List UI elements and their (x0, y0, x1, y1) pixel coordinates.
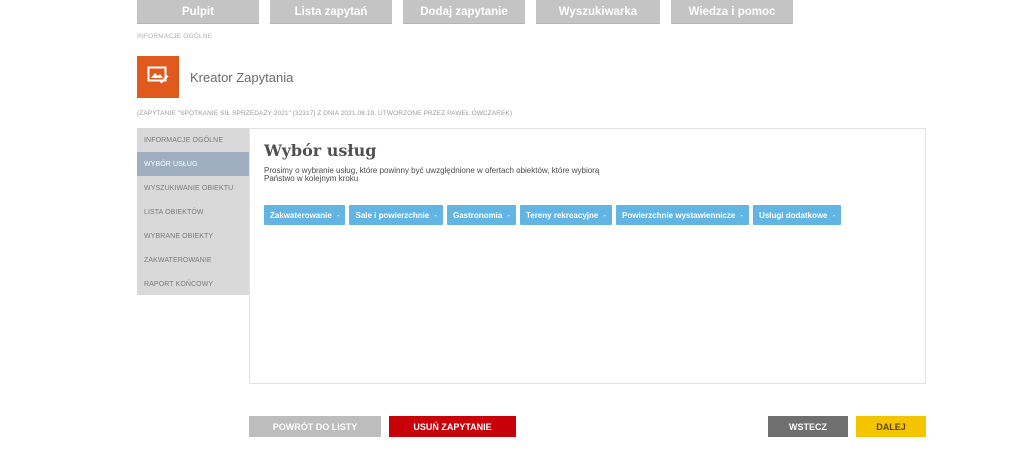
sidebar-item-wybrane-obiekty[interactable]: WYBRANE OBIEKTY (137, 224, 249, 248)
service-dropdown-bar: Zakwaterowanie - Sale i powierzchnie - G… (264, 205, 845, 225)
dropdown-caret-icon: - (603, 210, 606, 220)
dropdown-caret-icon: - (336, 210, 340, 220)
content-panel: Wybór usług Prosimy o wybranie usług, kt… (249, 128, 926, 384)
service-dropdown-powierzchnie-wystawiennicze[interactable]: Powierzchnie wystawiennicze - (616, 205, 750, 225)
wizard-sidebar: INFORMACJE OGÓLNE WYBÓR USŁUG WYSZUKIWAN… (137, 128, 249, 295)
dropdown-caret-icon: - (832, 210, 836, 220)
dropdown-caret-icon: - (740, 210, 744, 220)
service-label: Gastronomia (452, 210, 503, 220)
service-label: Sale i powierzchnie (355, 210, 430, 220)
sidebar-item-raport-koncowy[interactable]: RAPORT KOŃCOWY (137, 272, 249, 296)
service-label: Zakwaterowanie (270, 210, 332, 220)
back-button[interactable]: WSTECZ (768, 416, 848, 437)
delete-request-button[interactable]: USUŃ ZAPYTANIE (389, 416, 516, 437)
nav-tab-dodaj-zapytanie[interactable]: Dodaj zapytanie (403, 0, 525, 24)
sidebar-item-informacje-ogolne[interactable]: INFORMACJE OGÓLNE (137, 128, 249, 152)
sidebar-item-zakwaterowanie[interactable]: ZAKWATEROWANIE (137, 248, 249, 272)
back-to-list-button[interactable]: POWRÓT DO LISTY (249, 416, 381, 437)
service-label: Powierzchnie wystawiennicze (622, 210, 736, 220)
logo (137, 56, 179, 98)
nav-tab-wiedza-i-pomoc[interactable]: Wiedza i pomoc (671, 0, 793, 24)
nav-tab-pulpit[interactable]: Pulpit (137, 0, 259, 24)
breadcrumb: INFORMACJE OGÓLNE (137, 33, 213, 40)
description-line-2: Państwo w kolejnym kroku (264, 174, 359, 183)
service-dropdown-uslugi-dodatkowe[interactable]: Usługi dodatkowe - (753, 205, 842, 225)
service-dropdown-sale-i-powierzchnie[interactable]: Sale i powierzchnie - (349, 205, 443, 225)
dropdown-caret-icon: - (434, 210, 437, 220)
sidebar-item-wyszukiwanie-obiektu[interactable]: WYSZUKIWANIE OBIEKTU (137, 176, 249, 200)
service-dropdown-gastronomia[interactable]: Gastronomia - (446, 205, 516, 225)
section-title: Wybór usług (264, 141, 377, 160)
section-description: Prosimy o wybranie usług, które powinny … (264, 167, 599, 183)
nav-tab-lista-zapytan[interactable]: Lista zapytań (270, 0, 392, 24)
service-dropdown-tereny-rekreacyjne[interactable]: Tereny rekreacyjne - (519, 205, 612, 225)
image-edit-icon (147, 66, 169, 89)
service-dropdown-zakwaterowanie[interactable]: Zakwaterowanie - (264, 205, 346, 225)
top-navigation: Pulpit Lista zapytań Dodaj zapytanie Wys… (137, 0, 804, 24)
dropdown-caret-icon: - (507, 210, 510, 220)
sidebar-item-lista-obiektow[interactable]: LISTA OBIEKTÓW (137, 200, 249, 224)
service-label: Usługi dodatkowe (759, 210, 828, 220)
nav-tab-wyszukiwarka[interactable]: Wyszukiwarka (536, 0, 660, 24)
sidebar-item-wybor-uslug[interactable]: WYBÓR USŁUG (137, 152, 249, 176)
next-button[interactable]: DALEJ (856, 416, 926, 437)
request-info-line: (ZAPYTANIE "SPOTKANIE SIŁ SPRZEDAŻY 2021… (137, 110, 513, 117)
service-label: Tereny rekreacyjne (525, 210, 599, 220)
page-title: Kreator Zapytania (190, 70, 294, 85)
